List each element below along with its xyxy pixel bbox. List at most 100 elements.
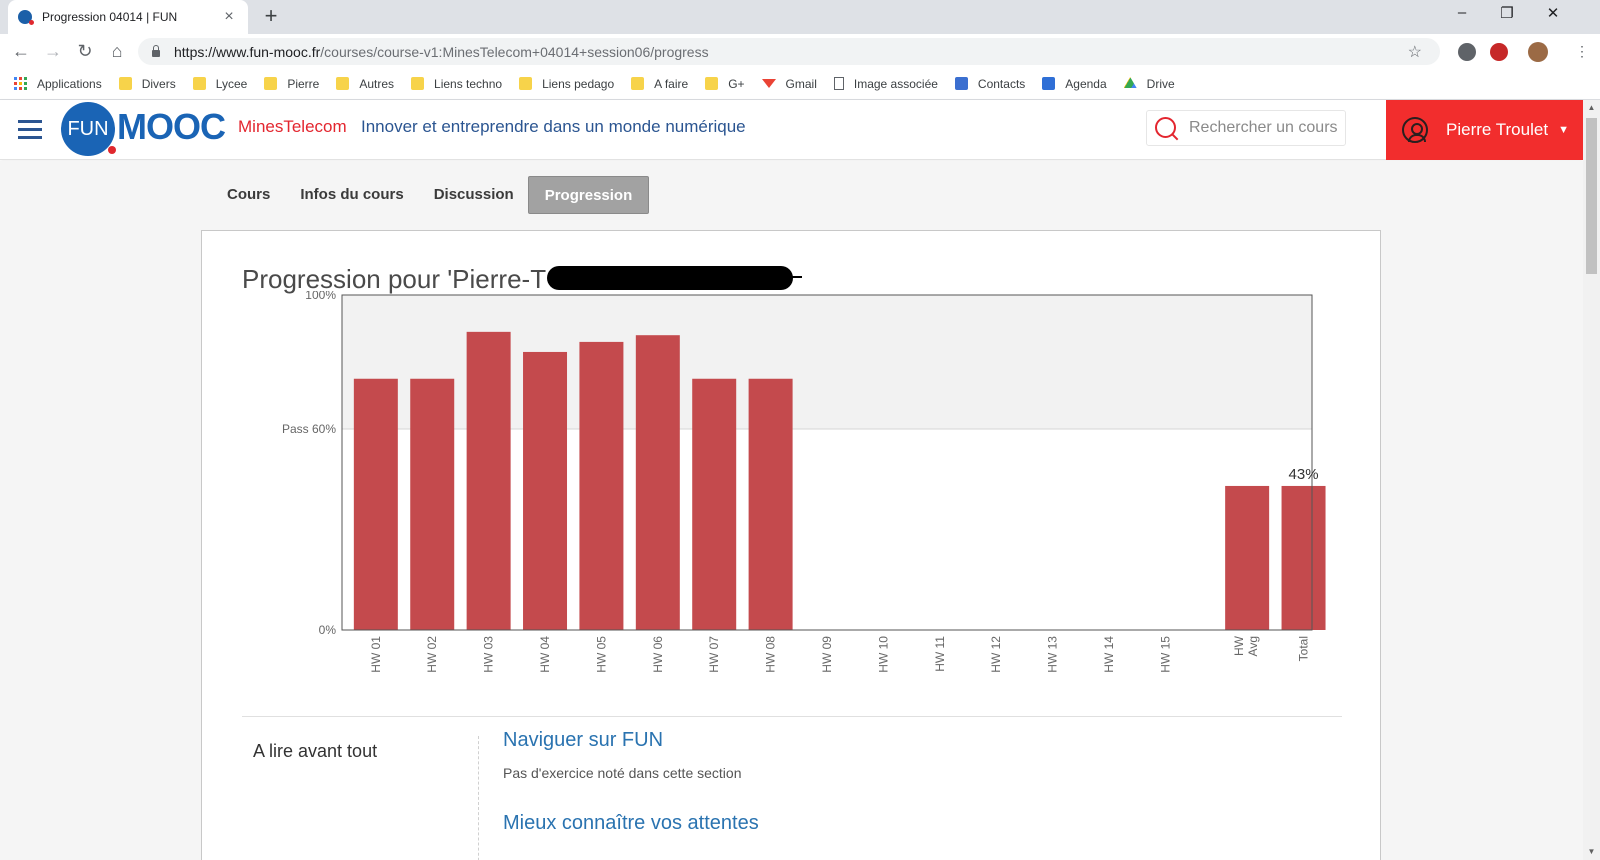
redaction-mark-tail (762, 276, 802, 278)
fun-favicon-icon (18, 10, 34, 25)
bookmark-label: Divers (141, 76, 176, 91)
user-account-icon (1402, 117, 1428, 143)
tab-progression[interactable]: Progression (527, 176, 650, 214)
x-tick-label: HW 10 (876, 636, 890, 673)
x-tick-label: HW 11 (933, 636, 947, 672)
extension-icon[interactable] (1458, 43, 1476, 61)
bookmark-label: Drive (1146, 76, 1175, 91)
y-tick-label: 0% (319, 623, 337, 637)
bookmark-item[interactable]: Agenda (1042, 77, 1107, 91)
bookmark-label: Liens pedago (542, 76, 615, 91)
user-menu[interactable]: Pierre Troulet ▼ (1386, 100, 1583, 160)
x-tick-label: HW 14 (1102, 636, 1116, 673)
adblock-icon[interactable] (1490, 43, 1508, 61)
search-input[interactable] (1189, 119, 1339, 137)
page-scrollbar[interactable]: ▲ ▼ (1583, 100, 1600, 860)
bookmark-item[interactable]: Divers (118, 76, 176, 91)
subsection-note: Pas d'exercice noté dans cette section (503, 765, 742, 781)
new-tab-button[interactable]: + (258, 3, 284, 29)
home-icon[interactable]: ⌂ (105, 39, 129, 63)
data-label-total: 43% (1289, 466, 1319, 483)
x-tick-label: HW 03 (482, 636, 496, 673)
url-path: /courses/course-v1:MinesTelecom+04014+se… (320, 43, 709, 60)
browser-tab[interactable]: Progression 04014 | FUN × (8, 0, 248, 34)
chapter-title: A lire avant tout (253, 741, 378, 761)
caret-down-icon[interactable]: ▼ (1558, 124, 1569, 136)
bookmark-item[interactable]: Liens pedago (519, 77, 614, 91)
scroll-up-arrow-icon[interactable]: ▲ (1583, 100, 1600, 116)
x-tick-label: HW 09 (820, 636, 834, 673)
subsection-link-naviguer[interactable]: Naviguer sur FUN (503, 729, 663, 752)
x-tick-label: HW 12 (989, 636, 1003, 673)
address-bar[interactable]: https://www.fun-mooc.fr/courses/course-v… (138, 38, 1440, 65)
mooc-logo-text[interactable]: MOOC (117, 106, 226, 148)
x-tick-label: HWAvg (1232, 635, 1260, 656)
x-tick-label: HW 15 (1158, 636, 1172, 673)
search-icon[interactable] (1153, 115, 1179, 141)
bookmark-label: Gmail (785, 76, 817, 91)
contacts-icon (954, 77, 968, 90)
folder-icon (264, 77, 278, 90)
bookmark-item[interactable]: Applications (14, 77, 102, 91)
bookmark-item[interactable]: Drive (1123, 76, 1175, 91)
hamburger-menu-icon[interactable] (18, 120, 42, 139)
bookmark-item[interactable]: G+ (705, 77, 745, 91)
tab-discussion[interactable]: Discussion (418, 176, 530, 214)
tab-infos-du-cours[interactable]: Infos du cours (284, 176, 419, 214)
bookmark-item[interactable]: Liens techno (411, 77, 502, 91)
window-close-button[interactable]: ✕ (1538, 4, 1568, 22)
bookmark-label: Lycee (215, 76, 248, 91)
bookmarks-bar: Applications Divers Lycee Pierre Autres Liens… (0, 68, 1600, 100)
bookmark-item[interactable]: Lycee (192, 76, 248, 91)
bookmark-item[interactable]: Pierre (264, 77, 319, 91)
url-host: https://www.fun-mooc.fr (174, 43, 321, 60)
apps-grid-icon (14, 77, 27, 90)
bar-hw-03 (466, 331, 511, 630)
folder-icon (705, 77, 719, 90)
logo-dot (108, 146, 116, 154)
x-tick-label: HW 13 (1046, 636, 1060, 673)
tab-cours[interactable]: Cours (211, 176, 286, 214)
profile-avatar[interactable] (1528, 42, 1548, 62)
bookmark-label: Image associée (853, 76, 938, 91)
x-tick-label: HW 04 (538, 636, 552, 673)
tab-title: Progression 04014 | FUN (42, 10, 178, 24)
reload-icon[interactable]: ↻ (73, 39, 97, 63)
bar-hw-04 (523, 351, 568, 630)
course-tabs: Cours Infos du cours Discussion Progression (211, 176, 650, 214)
browser-toolbar: ← → ↻ ⌂ https://www.fun-mooc.fr/courses/… (0, 34, 1600, 68)
progress-chart: 100% Pass 60% 0% HW 01 HW 02 HW 03 HW 04 HW 05 H… (282, 291, 1326, 673)
x-tick-label: HW 06 (651, 636, 665, 673)
browser-menu-icon[interactable]: ⋮ (1570, 39, 1594, 63)
folder-icon (519, 77, 533, 90)
bookmark-item[interactable]: Image associée (833, 76, 938, 91)
forward-arrow-icon[interactable]: → (41, 39, 65, 63)
bar-hw-avg (1225, 485, 1270, 630)
x-tick-label: HW 01 (369, 636, 383, 673)
window-restore-button[interactable]: ❐ (1492, 4, 1522, 22)
subsection-link-attentes[interactable]: Mieux connaître vos attentes (503, 812, 759, 835)
back-arrow-icon[interactable]: ← (9, 39, 33, 63)
page-icon (833, 77, 844, 90)
scroll-thumb[interactable] (1586, 118, 1597, 274)
search-box[interactable] (1146, 110, 1346, 146)
bookmark-item[interactable]: A faire (631, 77, 688, 91)
window-minimize-button[interactable]: – (1447, 4, 1477, 21)
fun-logo[interactable]: FUN (61, 102, 115, 156)
redaction-mark (547, 266, 793, 290)
tab-close-icon[interactable]: × (220, 8, 238, 26)
lock-icon (152, 45, 160, 57)
bookmark-item[interactable]: Autres (336, 77, 394, 91)
bookmark-star-icon[interactable]: ☆ (1408, 42, 1422, 62)
bookmark-item[interactable]: Gmail (761, 76, 817, 91)
progress-card: Progression pour 'Pierre-T 100% Pass 60% 0… (201, 230, 1381, 860)
folder-icon (631, 77, 645, 90)
bar-hw-06 (635, 335, 680, 630)
scroll-down-arrow-icon[interactable]: ▼ (1583, 844, 1600, 860)
bookmark-item[interactable]: Contacts (954, 77, 1025, 91)
bookmark-label: Liens techno (434, 76, 503, 91)
y-tick-label: 100% (305, 291, 336, 302)
course-title[interactable]: Innover et entreprendre dans un monde nu… (361, 117, 746, 137)
chapter-separator (478, 736, 479, 860)
bar-hw-07 (692, 378, 737, 630)
